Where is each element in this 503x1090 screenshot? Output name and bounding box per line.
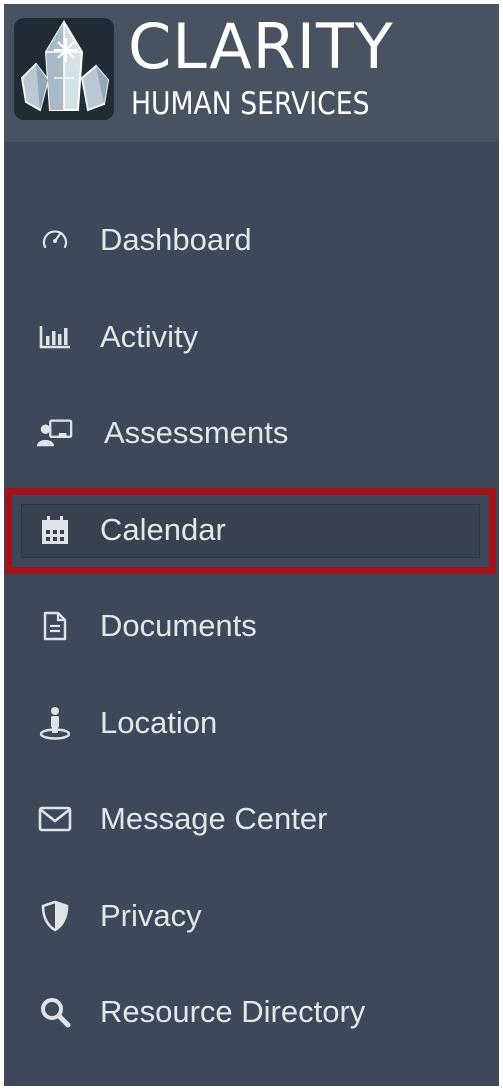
calendar-icon <box>36 513 74 547</box>
sidebar-item-label: Documents <box>100 608 257 643</box>
location-person-icon <box>36 706 74 740</box>
sidebar-item-activity[interactable]: Activity <box>4 289 499 386</box>
sidebar-item-label: Dashboard <box>100 222 252 257</box>
sidebar-item-label: Privacy <box>100 897 202 933</box>
document-icon <box>36 609 74 643</box>
sidebar-item-location[interactable]: Location <box>4 675 499 772</box>
person-board-icon <box>36 416 74 450</box>
sidebar-item-resource-directory[interactable]: Resource Directory <box>4 964 499 1061</box>
sidebar: CLARITY HUMAN SERVICES Dashboard Activit… <box>4 4 499 1086</box>
envelope-icon <box>36 802 74 836</box>
brand-subtitle: HUMAN SERVICES <box>131 86 370 122</box>
sidebar-item-message-center[interactable]: Message Center <box>4 771 499 868</box>
sidebar-item-privacy[interactable]: Privacy <box>4 868 499 965</box>
sidebar-nav: Dashboard Activity Assessments Calendar … <box>4 192 499 1061</box>
sidebar-item-label: Resource Directory <box>100 994 366 1029</box>
sidebar-item-documents[interactable]: Documents <box>4 578 499 675</box>
sidebar-item-assessments[interactable]: Assessments <box>4 385 499 482</box>
dashboard-gauge-icon <box>36 223 74 257</box>
crystal-logo-icon <box>14 18 114 120</box>
shield-icon <box>36 899 74 933</box>
sidebar-item-label: Message Center <box>100 801 328 836</box>
bar-chart-icon <box>36 320 74 354</box>
search-icon <box>36 995 74 1029</box>
sidebar-item-dashboard[interactable]: Dashboard <box>4 192 499 289</box>
sidebar-item-label: Activity <box>100 318 199 354</box>
sidebar-item-label: Assessments <box>104 415 289 450</box>
sidebar-item-label: Location <box>100 704 218 740</box>
sidebar-item-label: Calendar <box>100 511 226 547</box>
sidebar-item-calendar[interactable]: Calendar <box>4 482 499 579</box>
brand-header[interactable]: CLARITY HUMAN SERVICES <box>4 4 499 142</box>
brand-name: CLARITY <box>128 10 394 83</box>
